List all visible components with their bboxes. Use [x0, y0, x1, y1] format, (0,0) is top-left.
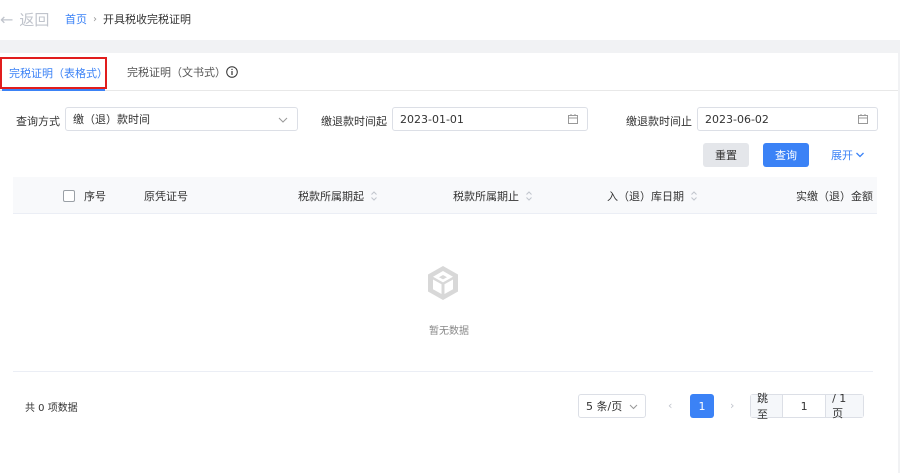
top-bar: ← 返回 首页 › 开具税收完税证明: [0, 0, 900, 40]
query-button[interactable]: 查询: [763, 143, 809, 167]
reset-button[interactable]: 重置: [703, 143, 749, 167]
column-header-amount: 实缴（退）金额: [796, 189, 873, 203]
chevron-down-icon: [856, 152, 864, 158]
breadcrumb-separator-icon: ›: [93, 13, 97, 25]
calendar-icon: [858, 114, 868, 124]
tab-bar: 完税证明（表格式） 完税证明（文书式）: [0, 53, 898, 91]
column-header-storage-date-label: 入（退）库日期: [607, 189, 684, 203]
page-size-select[interactable]: 5 条/页: [578, 394, 646, 418]
calendar-icon: [568, 114, 578, 124]
end-time-label: 缴退款时间止: [626, 115, 692, 128]
table-header: 序号 原凭证号 税款所属期起 税款所属期止 入（退）库日期 实缴（退）金额: [13, 177, 877, 214]
page-jumper: 跳至 / 1 页: [750, 392, 864, 421]
column-header-period-end[interactable]: 税款所属期止: [453, 177, 533, 214]
start-date-value: 2023-01-01: [400, 112, 464, 126]
page-button-current[interactable]: 1: [690, 394, 714, 418]
expand-toggle[interactable]: 展开: [831, 147, 865, 163]
prev-page-icon[interactable]: ‹: [668, 399, 672, 412]
start-time-label: 缴退款时间起: [321, 115, 387, 128]
column-header-period-start-label: 税款所属期起: [298, 189, 364, 203]
sort-icon: [526, 190, 532, 201]
column-header-period-end-label: 税款所属期止: [453, 189, 519, 203]
chevron-down-icon: [278, 117, 288, 123]
column-header-storage-date[interactable]: 入（退）库日期: [607, 177, 698, 214]
jump-page-input[interactable]: [783, 395, 826, 417]
expand-label: 展开: [831, 149, 853, 162]
sort-icon: [371, 190, 377, 201]
table-divider: [13, 371, 873, 372]
query-method-select[interactable]: 缴（退）款时间: [65, 107, 298, 131]
back-button[interactable]: ← 返回: [0, 9, 49, 29]
empty-box-icon: [428, 266, 458, 300]
breadcrumb-home-link[interactable]: 首页: [65, 11, 87, 27]
query-method-label: 查询方式: [16, 115, 60, 128]
page-size-value: 5 条/页: [586, 400, 623, 413]
select-all-cell: [63, 177, 75, 214]
chevron-down-icon: [629, 404, 638, 410]
app-root: ← 返回 首页 › 开具税收完税证明 完税证明（表格式） 完税证明（文书式） 查…: [0, 0, 900, 473]
back-arrow-icon: ←: [0, 9, 14, 29]
back-label: 返回: [19, 10, 50, 29]
sort-icon: [691, 190, 697, 201]
column-header-index: 序号: [84, 189, 106, 203]
tab-document-format[interactable]: 完税证明（文书式）: [127, 53, 226, 91]
column-header-original-voucher: 原凭证号: [144, 189, 188, 203]
start-date-picker[interactable]: 2023-01-01: [392, 107, 588, 131]
query-method-value: 缴（退）款时间: [73, 113, 150, 126]
breadcrumb: 首页 › 开具税收完税证明: [65, 11, 191, 27]
total-pages: / 1 页: [825, 392, 863, 420]
total-count: 共 0 项数据: [25, 403, 78, 414]
empty-state-text: 暂无数据: [429, 326, 469, 337]
next-page-icon[interactable]: ›: [730, 399, 734, 412]
info-icon[interactable]: [226, 66, 238, 78]
jump-label: 跳至: [751, 392, 784, 421]
end-date-picker[interactable]: 2023-06-02: [697, 107, 878, 131]
column-header-period-start[interactable]: 税款所属期起: [298, 177, 378, 214]
breadcrumb-current: 开具税收完税证明: [103, 13, 191, 26]
active-tab-indicator: [2, 89, 105, 91]
end-date-value: 2023-06-02: [705, 112, 769, 126]
main-panel: 完税证明（表格式） 完税证明（文书式） 查询方式 缴（退）款时间 缴退款时间起 …: [0, 53, 898, 473]
select-all-checkbox[interactable]: [63, 189, 75, 202]
tab-table-format[interactable]: 完税证明（表格式）: [0, 57, 108, 89]
